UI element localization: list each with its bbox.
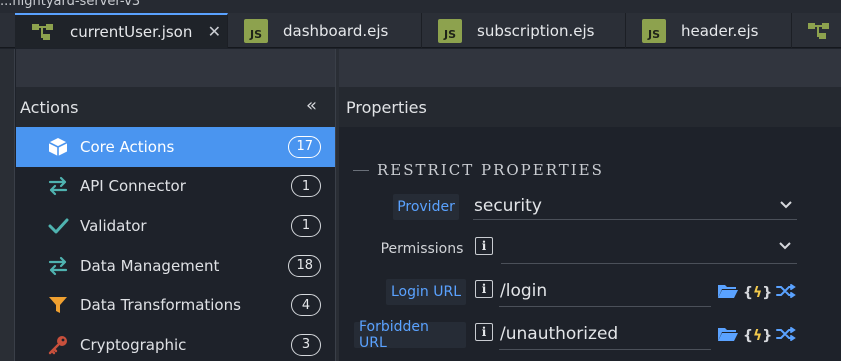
login-url-value: /login [500, 280, 548, 301]
action-item-core-actions[interactable]: Core Actions 17 [16, 127, 335, 167]
key-icon [46, 333, 70, 357]
window-title-bar: ...nightyard-server-v3 [0, 0, 841, 13]
editor-tab-bar: currentUser.json ✕ JS dashboard.ejs JS s… [0, 13, 841, 48]
actions-title: Actions [20, 97, 79, 117]
login-url-actions: {ϟ} [717, 283, 796, 303]
close-icon[interactable]: ✕ [206, 22, 222, 41]
login-url-row: Login URL i /login {ϟ} [339, 275, 841, 307]
tab-label: subscription.ejs [477, 21, 595, 40]
actions-toolbar-strip [16, 49, 335, 87]
js-file-icon: JS [641, 18, 667, 44]
tab-subscription-ejs[interactable]: JS subscription.ejs [422, 13, 626, 48]
properties-toolbar-strip [339, 49, 841, 87]
provider-label[interactable]: Provider [393, 194, 459, 220]
tab-label: dashboard.ejs [283, 21, 389, 40]
provider-row: Provider security [339, 190, 841, 222]
info-icon[interactable]: i [475, 237, 493, 255]
section-title-text: RESTRICT PROPERTIES [377, 161, 604, 179]
tab-current-user-json[interactable]: currentUser.json ✕ [15, 13, 228, 48]
action-label: API Connector [80, 177, 186, 196]
action-label: Data Transformations [80, 296, 241, 315]
forbidden-url-value: /unauthorized [500, 323, 619, 344]
count-badge: 3 [291, 333, 321, 356]
shuffle-icon[interactable] [776, 283, 796, 303]
login-url-input[interactable]: /login [499, 275, 711, 307]
action-label: Core Actions [80, 137, 175, 156]
properties-header: Properties [339, 87, 841, 127]
action-item-data-management[interactable]: Data Management 18 [16, 246, 335, 286]
login-url-label[interactable]: Login URL [386, 279, 466, 305]
provider-select[interactable]: security [473, 192, 797, 220]
js-file-icon: JS [437, 18, 463, 44]
expression-bolt-icon[interactable]: {ϟ} [743, 285, 772, 301]
count-badge: 1 [291, 175, 321, 198]
shuffle-icon[interactable] [776, 326, 796, 346]
js-file-icon: JS [243, 18, 269, 44]
action-item-api-connector[interactable]: API Connector 1 [16, 167, 335, 207]
window-title: ...nightyard-server-v3 [0, 0, 141, 9]
section-rule [353, 169, 369, 171]
permissions-row: Permissions i [339, 232, 841, 264]
properties-title: Properties [346, 97, 427, 117]
folder-open-icon[interactable] [717, 283, 739, 303]
action-label: Data Management [80, 256, 220, 275]
funnel-icon [46, 293, 70, 317]
tab-label: currentUser.json [70, 22, 193, 41]
section-title: RESTRICT PROPERTIES [353, 158, 803, 182]
action-item-cryptographic[interactable]: Cryptographic 3 [16, 325, 335, 361]
permissions-select[interactable] [501, 234, 797, 264]
count-badge: 4 [291, 294, 321, 317]
info-icon[interactable]: i [475, 280, 493, 298]
forbidden-url-input[interactable]: /unauthorized [499, 318, 711, 350]
collapse-icon[interactable]: « [306, 95, 317, 116]
expression-bolt-icon[interactable]: {ϟ} [743, 328, 772, 344]
swap-arrows-icon [46, 174, 70, 198]
count-badge: 1 [291, 214, 321, 237]
action-label: Validator [80, 216, 147, 235]
action-item-validator[interactable]: Validator 1 [16, 206, 335, 246]
chevron-down-icon[interactable] [779, 239, 791, 254]
forbidden-url-label[interactable]: Forbidden URL [354, 319, 466, 351]
left-gutter [0, 49, 15, 361]
tab-header-ejs[interactable]: JS header.ejs [626, 13, 792, 48]
action-item-data-transformations[interactable]: Data Transformations 4 [16, 285, 335, 325]
folder-open-icon[interactable] [717, 326, 739, 346]
tab-dashboard-ejs[interactable]: JS dashboard.ejs [228, 13, 422, 48]
permissions-label: Permissions [380, 241, 464, 257]
forbidden-url-row: Forbidden URL i /unauthorized {ϟ} [339, 318, 841, 351]
forbidden-url-actions: {ϟ} [717, 326, 796, 346]
info-icon[interactable]: i [475, 323, 493, 341]
actions-list: Core Actions 17 API Connector 1 Validato… [16, 127, 335, 361]
cube-icon [46, 135, 70, 159]
tab-label: header.ejs [681, 21, 759, 40]
count-badge: 18 [288, 254, 321, 277]
json-tree-icon [807, 18, 831, 44]
actions-header: Actions « [16, 87, 335, 127]
tab-overflow[interactable] [792, 13, 841, 48]
count-badge: 17 [288, 135, 321, 158]
action-label: Cryptographic [80, 335, 187, 354]
provider-value: security [474, 195, 542, 216]
swap-arrows-icon [46, 254, 70, 278]
json-tree-icon [30, 19, 56, 45]
check-icon [46, 214, 70, 238]
chevron-down-icon[interactable] [780, 198, 792, 213]
